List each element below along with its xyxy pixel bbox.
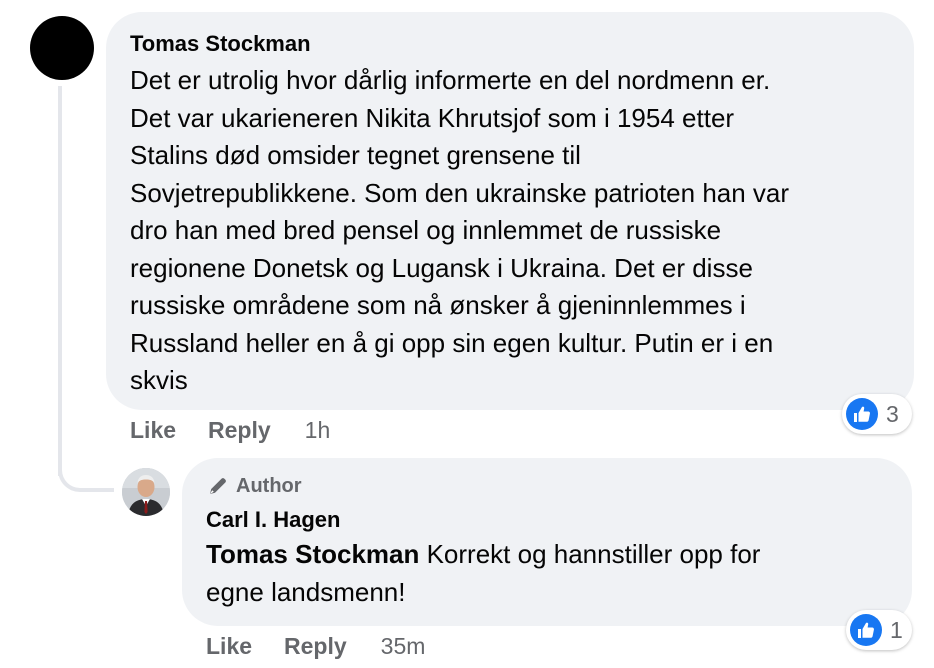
reply-bubble: Author Carl I. Hagen Tomas Stockman Korr…: [182, 458, 912, 626]
comment-actions: Like Reply 1h: [130, 414, 330, 446]
comment-text-line: Det er utrolig hvor dårlig informerte en…: [130, 65, 771, 95]
like-thumbs-up-icon: [850, 614, 882, 646]
comment-text-line: dro han med bred pensel og innlemmet de …: [130, 215, 722, 245]
reply-timestamp[interactable]: 35m: [381, 633, 426, 660]
reply-text: Tomas Stockman Korrekt og hannstiller op…: [206, 536, 888, 611]
comment-text-line: Stalins død omsider tegnet grensene til: [130, 140, 581, 170]
like-button[interactable]: Like: [130, 417, 176, 444]
reply-button[interactable]: Reply: [208, 417, 271, 444]
like-thumbs-up-icon: [846, 398, 878, 430]
comment-text-line: russiske områdene som nå ønsker å gjenin…: [130, 290, 746, 320]
reply-text-line: Tomas Stockman Korrekt og hannstiller op…: [206, 536, 888, 574]
comment-bubble: Tomas Stockman Det er utrolig hvor dårli…: [106, 12, 914, 410]
reply-text-fragment: Korrekt og hannstiller opp for: [419, 539, 761, 569]
reaction-count: 3: [886, 400, 899, 427]
pen-icon: [210, 478, 226, 494]
reaction-count-badge[interactable]: 1: [846, 610, 912, 650]
reply-button[interactable]: Reply: [284, 633, 347, 660]
comment-text-line: skvis: [130, 365, 188, 395]
thread-connector-line: [58, 86, 62, 476]
thread-connector-curve: [58, 436, 114, 492]
reply-actions: Like Reply 35m: [206, 630, 425, 662]
comment-text-line: regionene Donetsk og Lugansk i Ukraina. …: [130, 252, 753, 283]
reply-text-line: egne landsmenn!: [206, 576, 406, 607]
comment-author-name[interactable]: Tomas Stockman: [130, 30, 890, 58]
mention-link[interactable]: Tomas Stockman: [206, 539, 419, 569]
avatar[interactable]: [30, 16, 94, 80]
comment-text-line: Sovjetrepublikkene. Som den ukrainske pa…: [130, 177, 790, 208]
reaction-count: 1: [890, 616, 903, 643]
author-badge: Author: [206, 472, 888, 500]
reaction-count-badge[interactable]: 3: [842, 394, 912, 434]
profile-photo-icon: [122, 468, 170, 516]
avatar[interactable]: [122, 468, 170, 516]
like-button[interactable]: Like: [206, 633, 252, 660]
author-badge-label: Author: [236, 474, 302, 497]
comment-text-line: Det var ukarieneren Nikita Khrutsjof som…: [130, 102, 735, 133]
comment-thread: Tomas Stockman Det er utrolig hvor dårli…: [0, 0, 934, 668]
comment-text-line: Russland heller en å gi opp sin egen kul…: [130, 327, 774, 358]
comment-text: Det er utrolig hvor dårlig informerte en…: [130, 62, 890, 400]
comment-timestamp[interactable]: 1h: [305, 417, 331, 444]
reply-author-name[interactable]: Carl I. Hagen: [206, 506, 888, 534]
